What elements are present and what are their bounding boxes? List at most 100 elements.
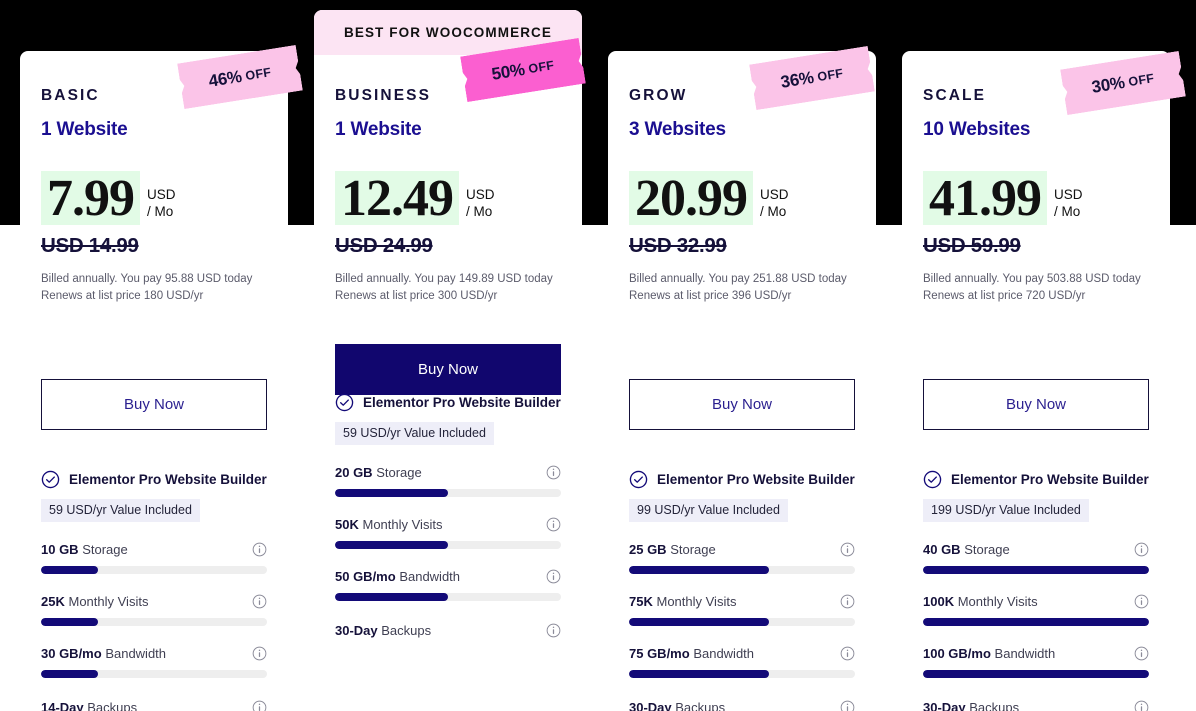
metric-name: Monthly Visits xyxy=(957,594,1038,609)
buy-now-button[interactable]: Buy Now xyxy=(41,379,267,430)
plan-site-count: 1 Website xyxy=(335,119,422,140)
billing-line-2: Renews at list price 300 USD/yr xyxy=(335,289,498,302)
price-unit: USD / Mo xyxy=(466,187,495,225)
metric-progress-fill xyxy=(629,618,770,626)
pricing-card-grow: GROW 3 Websites 20.99 USD / Mo USD 32.99 Bille… xyxy=(608,51,876,711)
metric-name: Monthly Visits xyxy=(362,517,443,532)
price-currency: USD xyxy=(147,187,176,203)
metric-name: Bandwidth xyxy=(994,646,1056,661)
builder-feature-row: Elementor Pro Website Builder xyxy=(41,470,267,489)
metric-row: 50K Monthly Visits xyxy=(335,517,561,549)
info-icon[interactable] xyxy=(546,465,561,480)
metric-progress-fill xyxy=(629,566,770,574)
price-period: / Mo xyxy=(147,204,174,220)
metric-value: 30-Day xyxy=(629,700,672,711)
metric-label: 20 GB Storage xyxy=(335,465,422,480)
info-icon[interactable] xyxy=(252,594,267,609)
metric-value: 10 GB xyxy=(41,542,79,557)
metric-progress-track xyxy=(629,566,855,574)
buy-now-button[interactable]: Buy Now xyxy=(923,379,1149,430)
metric-progress-fill xyxy=(41,618,98,626)
check-circle-icon xyxy=(923,470,942,489)
info-icon[interactable] xyxy=(840,542,855,557)
metric-value: 25 GB xyxy=(629,542,667,557)
metric-label: 50 GB/mo Bandwidth xyxy=(335,569,460,584)
builder-feature-label: Elementor Pro Website Builder xyxy=(363,395,561,410)
pricing-card-basic: BASIC 1 Website 7.99 USD / Mo USD 14.99 Billed… xyxy=(20,51,288,711)
price-highlight: 41.99 xyxy=(923,171,1047,225)
metric-progress-fill xyxy=(335,593,448,601)
billing-line-1: Billed annually. You pay 149.89 USD toda… xyxy=(335,273,553,285)
info-icon[interactable] xyxy=(840,594,855,609)
metric-label: 40 GB Storage xyxy=(923,542,1010,557)
metric-name: Storage xyxy=(670,542,716,557)
discount-off-label: OFF xyxy=(527,58,556,77)
price-highlight: 12.49 xyxy=(335,171,459,225)
old-price: USD 24.99 xyxy=(335,234,433,257)
discount-off-label: OFF xyxy=(816,66,845,85)
metric-name: Bandwidth xyxy=(105,646,167,661)
pricing-page: BASIC 1 Website 7.99 USD / Mo USD 14.99 Billed… xyxy=(0,0,1196,711)
metric-row: 100 GB/mo Bandwidth xyxy=(923,646,1149,678)
card-inner: SCALE 10 Websites 41.99 USD / Mo USD 59.99 Bil… xyxy=(902,87,1170,711)
info-icon[interactable] xyxy=(1134,646,1149,661)
card-inner: GROW 3 Websites 20.99 USD / Mo USD 32.99 Bille… xyxy=(608,87,876,711)
metric-value: 50K xyxy=(335,517,359,532)
info-icon[interactable] xyxy=(1134,542,1149,557)
info-icon[interactable] xyxy=(1134,700,1149,711)
metric-label: 30-Day Backups xyxy=(629,700,725,711)
metric-progress-track xyxy=(41,670,267,678)
metric-header: 25K Monthly Visits xyxy=(41,594,267,609)
info-icon[interactable] xyxy=(546,569,561,584)
metric-progress-fill xyxy=(923,670,1149,678)
info-icon[interactable] xyxy=(1134,594,1149,609)
metric-progress-track xyxy=(923,566,1149,574)
price-unit: USD / Mo xyxy=(760,187,789,225)
metric-progress-fill xyxy=(41,670,98,678)
plan-site-count: 3 Websites xyxy=(629,119,726,140)
metric-row: 14-Day Backups xyxy=(41,700,267,711)
price-period: / Mo xyxy=(466,204,493,220)
price-highlight: 7.99 xyxy=(41,171,140,225)
price-period: / Mo xyxy=(1054,204,1081,220)
buy-now-button[interactable]: Buy Now xyxy=(629,379,855,430)
metric-progress-fill xyxy=(335,489,448,497)
info-icon[interactable] xyxy=(840,700,855,711)
metric-header: 30-Day Backups xyxy=(923,700,1149,711)
info-icon[interactable] xyxy=(252,542,267,557)
buy-now-button[interactable]: Buy Now xyxy=(335,344,561,395)
check-circle-icon xyxy=(335,393,354,412)
metric-value: 30-Day xyxy=(923,700,966,711)
metric-row: 75 GB/mo Bandwidth xyxy=(629,646,855,678)
discount-percent: 46% xyxy=(207,66,243,91)
info-icon[interactable] xyxy=(840,646,855,661)
metric-name: Backups xyxy=(969,700,1020,711)
info-icon[interactable] xyxy=(546,517,561,532)
metric-value: 50 GB/mo xyxy=(335,569,396,584)
billing-line-2: Renews at list price 720 USD/yr xyxy=(923,289,1086,302)
billing-line-1: Billed annually. You pay 95.88 USD today xyxy=(41,273,253,285)
metric-name: Storage xyxy=(964,542,1010,557)
metric-label: 100K Monthly Visits xyxy=(923,594,1038,609)
pricing-card-list: BASIC 1 Website 7.99 USD / Mo USD 14.99 Billed… xyxy=(0,0,1196,711)
metric-row: 50 GB/mo Bandwidth xyxy=(335,569,561,601)
feature-list: Elementor Pro Website Builder 59 USD/yr V… xyxy=(335,393,561,638)
info-icon[interactable] xyxy=(252,646,267,661)
price-amount: 41.99 xyxy=(929,170,1042,227)
builder-value-pill: 59 USD/yr Value Included xyxy=(41,499,200,522)
metric-progress-track xyxy=(335,489,561,497)
metric-progress-fill xyxy=(923,566,1149,574)
info-icon[interactable] xyxy=(252,700,267,711)
feature-list: Elementor Pro Website Builder 199 USD/yr … xyxy=(923,470,1149,711)
metric-row: 40 GB Storage xyxy=(923,542,1149,574)
metric-header: 50 GB/mo Bandwidth xyxy=(335,569,561,584)
info-icon[interactable] xyxy=(546,623,561,638)
metric-value: 25K xyxy=(41,594,65,609)
price-period: / Mo xyxy=(760,204,787,220)
metric-label: 14-Day Backups xyxy=(41,700,137,711)
metric-progress-track xyxy=(41,618,267,626)
billing-note: Billed annually. You pay 149.89 USD toda… xyxy=(335,271,561,304)
metric-label: 75 GB/mo Bandwidth xyxy=(629,646,754,661)
builder-feature-row: Elementor Pro Website Builder xyxy=(923,470,1149,489)
metric-progress-track xyxy=(629,670,855,678)
